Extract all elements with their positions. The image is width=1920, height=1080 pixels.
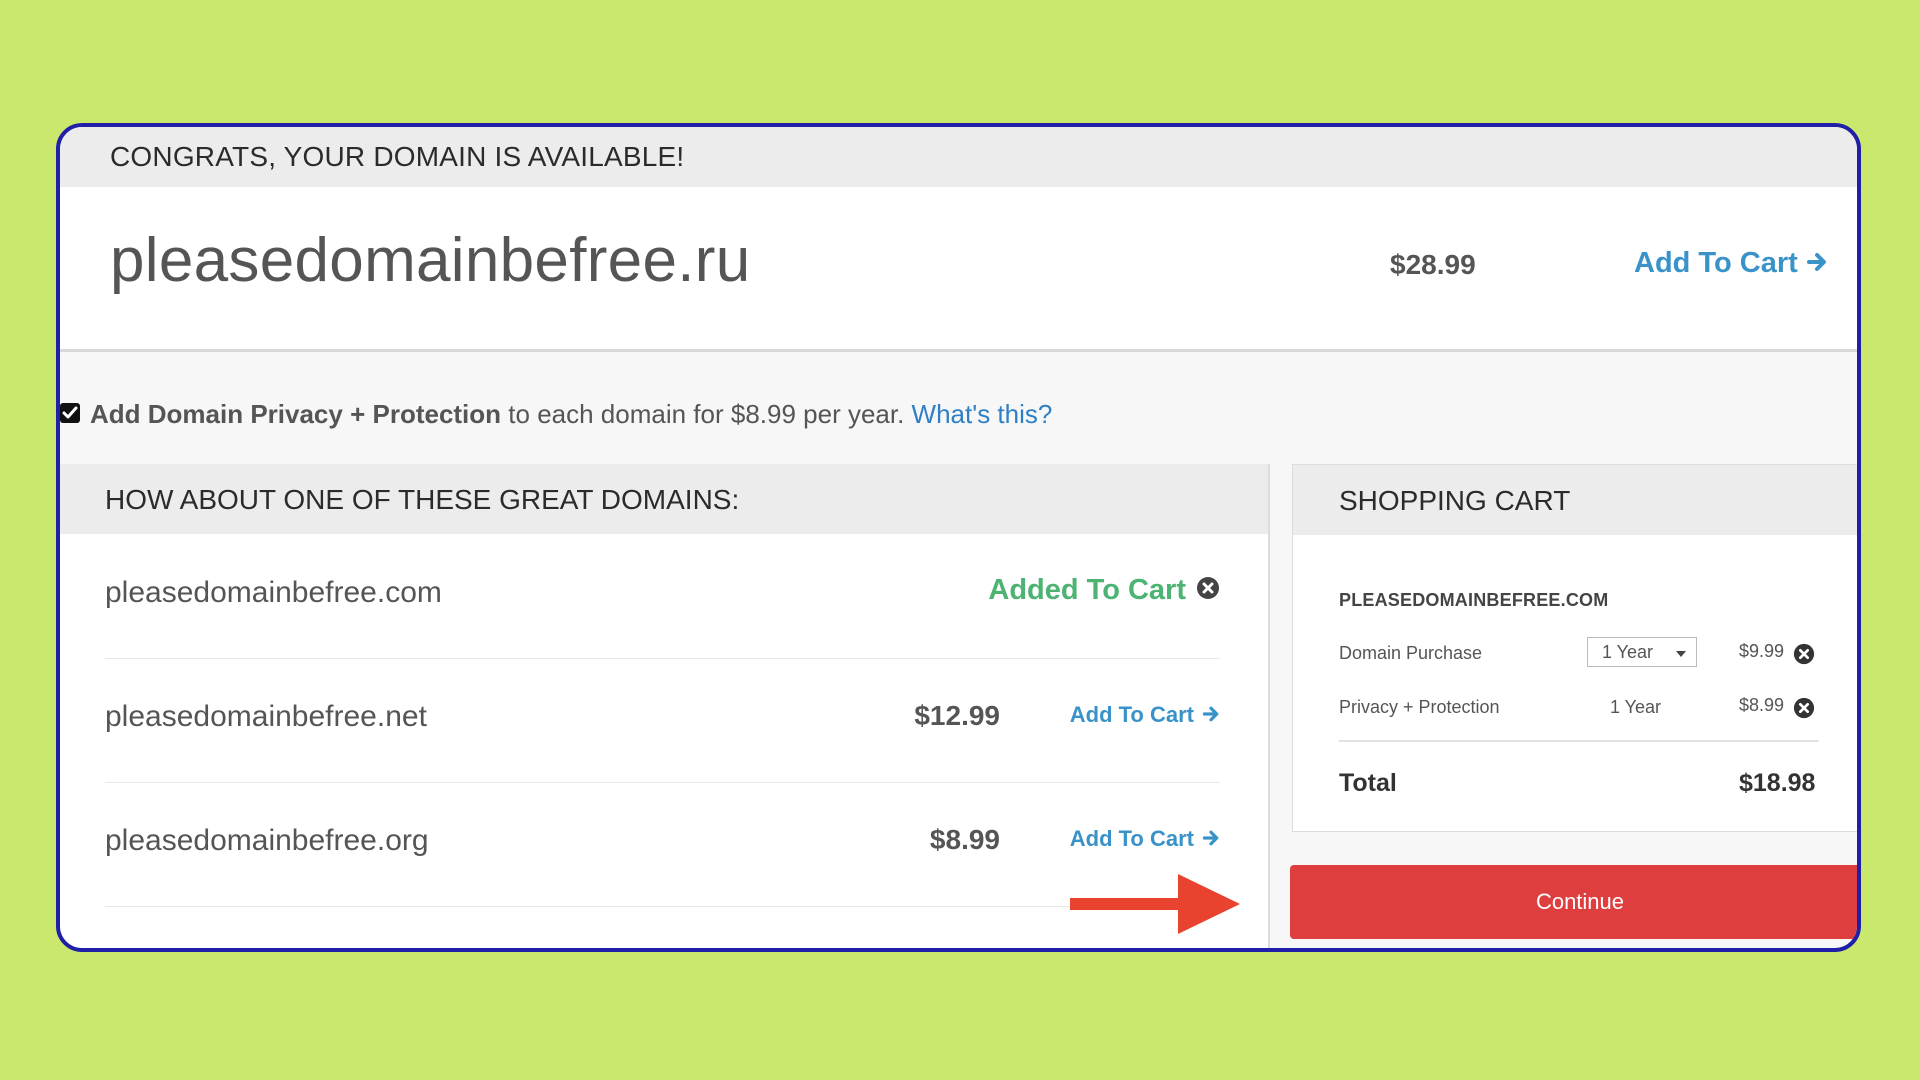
remove-circle-icon[interactable] (1793, 643, 1815, 670)
domain-search-window: CONGRATS, YOUR DOMAIN IS AVAILABLE! plea… (56, 123, 1861, 952)
term-select-value: 1 Year (1602, 642, 1654, 662)
arrow-right-icon (1806, 248, 1828, 281)
added-to-cart-status: Added To Cart (988, 574, 1220, 608)
checkbox-checked-icon (62, 406, 78, 419)
remove-circle-icon[interactable] (1793, 697, 1815, 724)
term-select[interactable]: 1 Year (1587, 637, 1697, 667)
shopping-cart-header: SHOPPING CART (1293, 465, 1857, 535)
arrow-right-icon (1202, 703, 1220, 729)
privacy-label-text: to each domain for $8.99 per year. (501, 399, 912, 429)
cart-line-privacy: Privacy + Protection 1 Year $8.99 (1339, 691, 1819, 725)
main-domain-price: $28.99 (1390, 249, 1476, 280)
shopping-cart-title: SHOPPING CART (1339, 485, 1571, 516)
continue-button[interactable]: Continue (1290, 865, 1857, 939)
cart-line-domain-purchase: Domain Purchase 1 Year $9.99 (1339, 637, 1819, 671)
main-add-to-cart-label: Add To Cart (1634, 247, 1798, 279)
privacy-checkbox[interactable] (60, 403, 80, 423)
chevron-down-icon (1676, 651, 1686, 657)
cart-line-term: 1 Year (1610, 697, 1662, 717)
privacy-label: Add Domain Privacy + Protection to each … (90, 399, 1052, 430)
remove-circle-icon[interactable] (1196, 575, 1220, 608)
suggestion-add-to-cart-label: Add To Cart (1069, 826, 1194, 851)
whats-this-link[interactable]: What's this? (912, 399, 1053, 429)
privacy-option: Add Domain Privacy + Protection to each … (60, 389, 1857, 449)
cart-total-value: $18.98 (1739, 769, 1816, 797)
cart-domain-name: PLEASEDOMAINBEFREE.COM (1339, 590, 1609, 610)
suggestion-row-org: pleasedomainbefree.org $8.99 Add To Cart (105, 782, 1220, 907)
arrow-right-icon (1202, 827, 1220, 853)
suggestion-add-to-cart-button[interactable]: Add To Cart (1070, 702, 1220, 729)
suggestion-domain-name: pleasedomainbefree.net (105, 700, 427, 733)
cart-divider (1339, 740, 1819, 742)
availability-banner: CONGRATS, YOUR DOMAIN IS AVAILABLE! (60, 127, 1857, 187)
cart-line-label: Privacy + Protection (1339, 697, 1500, 717)
suggestion-price: $8.99 (929, 824, 1000, 855)
suggestion-domain-name: pleasedomainbefree.org (105, 824, 429, 857)
main-domain-result: pleasedomainbefree.ru $28.99 Add To Cart (60, 187, 1857, 352)
availability-message: CONGRATS, YOUR DOMAIN IS AVAILABLE! (110, 141, 685, 172)
suggestion-add-to-cart-label: Add To Cart (1069, 702, 1194, 727)
suggestion-domain-name: pleasedomainbefree.com (105, 576, 442, 609)
suggested-domains-header: HOW ABOUT ONE OF THESE GREAT DOMAINS: (60, 464, 1268, 534)
cart-total-label: Total (1339, 769, 1397, 797)
main-add-to-cart-button[interactable]: Add To Cart (1634, 247, 1828, 281)
added-to-cart-label: Added To Cart (988, 574, 1186, 606)
privacy-label-bold: Add Domain Privacy + Protection (90, 399, 502, 429)
suggestion-row-net: pleasedomainbefree.net $12.99 Add To Car… (105, 658, 1220, 783)
cart-line-price: $9.99 (1739, 641, 1785, 661)
suggestion-price: $12.99 (914, 700, 1000, 731)
main-domain-name: pleasedomainbefree.ru (110, 226, 751, 295)
red-arrow-annotation (1070, 874, 1240, 934)
cart-line-label: Domain Purchase (1339, 643, 1483, 663)
cart-line-price: $8.99 (1739, 695, 1785, 715)
shopping-cart-panel: SHOPPING CART PLEASEDOMAINBEFREE.COM Dom… (1292, 464, 1857, 832)
suggestion-row-com: pleasedomainbefree.com Added To Cart (105, 534, 1220, 659)
suggestion-add-to-cart-button[interactable]: Add To Cart (1070, 826, 1220, 853)
suggested-domains-title: HOW ABOUT ONE OF THESE GREAT DOMAINS: (105, 484, 740, 515)
